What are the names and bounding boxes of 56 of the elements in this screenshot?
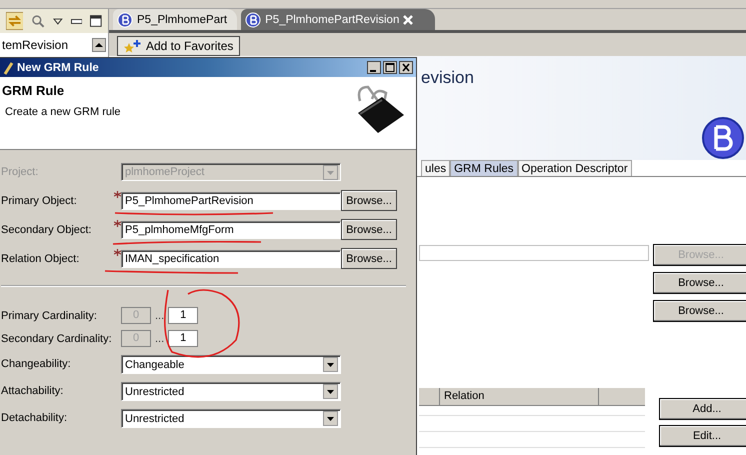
dropdown-icon[interactable] [323, 164, 338, 180]
add-to-favorites-button[interactable]: Add to Favorites [117, 36, 240, 56]
input-field[interactable] [419, 245, 649, 261]
dialog-heading: GRM Rule [2, 83, 66, 98]
field-label: Primary Object: [1, 194, 78, 206]
browse-button[interactable]: Browse... [653, 272, 746, 294]
minimize-button-icon[interactable] [367, 61, 381, 74]
dropdown-icon[interactable] [323, 357, 338, 372]
dropdown-icon[interactable] [323, 384, 338, 399]
field-label: Secondary Object: [1, 224, 92, 236]
field-label: Attachability: [1, 384, 64, 396]
browse-button[interactable]: Browse... [341, 248, 397, 269]
option-combo[interactable]: Changeable [121, 355, 341, 374]
table-action-button[interactable]: Edit... [659, 425, 746, 447]
dialog-description: Create a new GRM rule [4, 106, 121, 118]
maximize-button-icon[interactable] [383, 61, 397, 74]
field-label: Changeability: [1, 358, 72, 370]
range-separator: ... [155, 310, 164, 322]
browse-button[interactable]: Browse... [341, 190, 397, 211]
browse-button[interactable]: Browse... [341, 219, 397, 240]
star-plus-icon [124, 38, 142, 53]
field-label: Secondary Cardinality: [1, 332, 113, 344]
business-object-icon [117, 12, 133, 28]
column-header[interactable]: Relation [440, 388, 599, 405]
table-action-button[interactable]: Add... [659, 398, 746, 420]
maximize-icon[interactable] [90, 15, 102, 27]
editor-page-tab[interactable]: GRM Rules [450, 160, 518, 176]
view-menu-icon[interactable] [53, 18, 63, 24]
close-icon[interactable] [399, 61, 413, 74]
editor-page-tab[interactable]: Operation Descriptor [518, 160, 632, 176]
editor-tab[interactable]: P5_PlmhomePart [113, 9, 238, 30]
minimize-icon[interactable] [70, 18, 82, 24]
wand-icon [3, 60, 15, 74]
search-icon[interactable] [31, 14, 46, 28]
dialog-title: New GRM Rule [17, 62, 100, 74]
option-combo[interactable]: Unrestricted [121, 382, 341, 401]
scroll-up-icon[interactable] [92, 38, 106, 52]
dropdown-icon[interactable] [323, 411, 338, 426]
browse-button[interactable]: Browse... [653, 300, 746, 322]
editor-tab[interactable]: P5_PlmhomePartRevision [241, 9, 436, 30]
object-field[interactable]: IMAN_specification [121, 250, 341, 268]
editor-title: evision [421, 68, 474, 89]
max-cardinality-field[interactable]: 1 [168, 330, 198, 347]
max-cardinality-field[interactable]: 1 [168, 307, 198, 324]
object-field[interactable]: P5_plmhomeMfgForm [121, 220, 341, 238]
range-separator: ... [155, 332, 164, 344]
field-label: Relation Object: [1, 252, 80, 264]
type-combo[interactable]: temRevision [0, 36, 108, 54]
field-label: Detachability: [1, 412, 68, 424]
field-label: Project: [1, 166, 40, 178]
business-object-icon [245, 12, 262, 28]
sync-icon[interactable] [6, 12, 24, 30]
field-label: Primary Cardinality: [1, 310, 98, 322]
object-field[interactable]: P5_PlmhomePartRevision [121, 192, 341, 210]
editor-page-tab[interactable]: ules [421, 160, 450, 176]
option-combo[interactable]: Unrestricted [121, 409, 341, 428]
